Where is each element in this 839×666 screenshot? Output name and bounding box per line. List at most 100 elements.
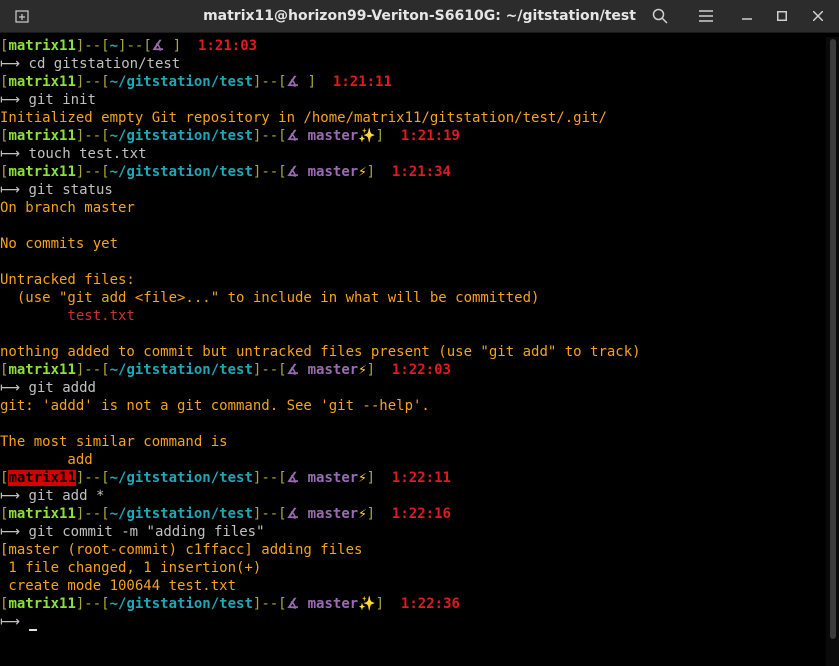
prompt-path: ~/gitstation/test <box>109 470 253 486</box>
lightning-icon: ⚡ <box>358 362 367 378</box>
prompt-separator: ]--[ <box>252 128 287 144</box>
command-line: ⟼ git addd <box>0 379 826 397</box>
prompt-separator: ]--[ <box>75 596 110 612</box>
output-line: On branch master <box>0 199 826 217</box>
git-angle-icon: ∡ <box>286 74 300 90</box>
prompt-gap <box>181 38 198 54</box>
command-line: ⟼ git status <box>0 181 826 199</box>
lightning-icon: ⚡ <box>358 470 367 486</box>
prompt-bracket: ] <box>307 74 317 90</box>
prompt-separator: ]--[ <box>252 74 287 90</box>
scrollbar[interactable] <box>826 37 839 666</box>
git-angle-icon: ∡ <box>286 596 300 612</box>
input-line[interactable]: ⟼ <box>0 613 826 631</box>
git-angle-icon: ∡ <box>286 362 300 378</box>
prompt-user: matrix11 <box>8 362 76 378</box>
output-text: The most similar command is <box>0 434 228 450</box>
prompt-time: 1:22:36 <box>400 596 460 612</box>
output-text: nothing added to commit but untracked fi… <box>0 344 641 360</box>
output-line: The most similar command is <box>0 433 826 451</box>
prompt-user: matrix11 <box>8 38 76 54</box>
minimize-icon[interactable] <box>733 0 761 32</box>
prompt-arrow-icon: ⟼ <box>0 524 21 540</box>
prompt-path: ~/gitstation/test <box>109 128 253 144</box>
prompt-line: [matrix11]--[~/gitstation/test]--[∡ mast… <box>0 595 826 613</box>
output-text: No commits yet <box>0 236 119 252</box>
output-line: nothing added to commit but untracked fi… <box>0 343 826 361</box>
prompt-gap <box>316 74 333 90</box>
prompt-line: [matrix11]--[~/gitstation/test]--[∡ mast… <box>0 127 826 145</box>
git-angle-icon: ∡ <box>286 164 300 180</box>
hamburger-menu-icon[interactable] <box>692 0 720 32</box>
search-icon[interactable] <box>646 0 674 32</box>
git-angle-icon: ∡ <box>286 128 300 144</box>
output-line: (use "git add <file>..." to include in w… <box>0 289 826 307</box>
prompt-branch: master <box>307 128 359 144</box>
terminal-output[interactable]: [matrix11]--[~]--[∡ ] 1:21:03 ⟼ cd gitsta… <box>0 37 826 666</box>
command-line: ⟼ git commit -m "adding files" <box>0 523 826 541</box>
command-text: touch test.txt <box>28 146 147 162</box>
prompt-gap <box>375 506 392 522</box>
output-text: add <box>0 452 93 468</box>
cursor <box>28 617 37 631</box>
prompt-separator: ]--[ <box>252 596 287 612</box>
prompt-time: 1:22:11 <box>391 470 451 486</box>
prompt-branch: master <box>307 164 359 180</box>
prompt-branch: master <box>307 596 359 612</box>
untracked-file-name: test.txt <box>0 308 135 324</box>
prompt-user: matrix11 <box>8 74 76 90</box>
prompt-arrow-icon: ⟼ <box>0 92 21 108</box>
prompt-path: ~/gitstation/test <box>109 164 253 180</box>
close-icon[interactable] <box>804 0 832 32</box>
command-text: cd gitstation/test <box>28 56 181 72</box>
prompt-bracket: ] <box>172 38 182 54</box>
prompt-line: [matrix11]--[~/gitstation/test]--[∡ mast… <box>0 469 826 487</box>
prompt-time: 1:21:03 <box>198 38 258 54</box>
prompt-line: [matrix11]--[~/gitstation/test]--[∡ ] 1:… <box>0 73 826 91</box>
prompt-bracket: ] <box>366 506 376 522</box>
prompt-path: ~/gitstation/test <box>109 362 253 378</box>
output-line: git: 'addd' is not a git command. See 'g… <box>0 397 826 415</box>
prompt-separator: ]--[ <box>75 506 110 522</box>
command-text: git init <box>28 92 96 108</box>
output-text: Untracked files: <box>0 272 135 288</box>
prompt-separator: ]--[ <box>252 362 287 378</box>
maximize-icon[interactable] <box>768 0 796 32</box>
git-angle-icon: ∡ <box>151 38 165 54</box>
scrollbar-thumb[interactable] <box>830 39 836 639</box>
lightning-icon: ⚡ <box>358 164 367 180</box>
prompt-line: [matrix11]--[~/gitstation/test]--[∡ mast… <box>0 163 826 181</box>
untracked-file: test.txt <box>0 307 826 325</box>
sparkles-icon: ✨ <box>358 128 376 144</box>
prompt-arrow-icon: ⟼ <box>0 488 21 504</box>
command-text: git commit -m "adding files" <box>28 524 265 540</box>
prompt-branch: master <box>307 362 359 378</box>
lightning-icon: ⚡ <box>358 506 367 522</box>
prompt-user: matrix11 <box>8 470 76 486</box>
prompt-bracket: ] <box>366 362 376 378</box>
prompt-line: [matrix11]--[~]--[∡ ] 1:21:03 <box>0 37 826 55</box>
prompt-line: [matrix11]--[~/gitstation/test]--[∡ mast… <box>0 361 826 379</box>
prompt-separator: ]--[ <box>75 128 110 144</box>
prompt-arrow-icon: ⟼ <box>0 380 21 396</box>
git-angle-icon: ∡ <box>286 506 300 522</box>
prompt-separator: ]--[ <box>75 74 110 90</box>
output-line: add <box>0 451 826 469</box>
command-line: ⟼ git add * <box>0 487 826 505</box>
sparkles-icon: ✨ <box>358 596 376 612</box>
prompt-time: 1:22:03 <box>391 362 451 378</box>
output-line: No commits yet <box>0 235 826 253</box>
prompt-user: matrix11 <box>8 506 76 522</box>
output-line: [master (root-commit) c1ffacc] adding fi… <box>0 541 826 559</box>
prompt-bracket: ] <box>366 164 376 180</box>
